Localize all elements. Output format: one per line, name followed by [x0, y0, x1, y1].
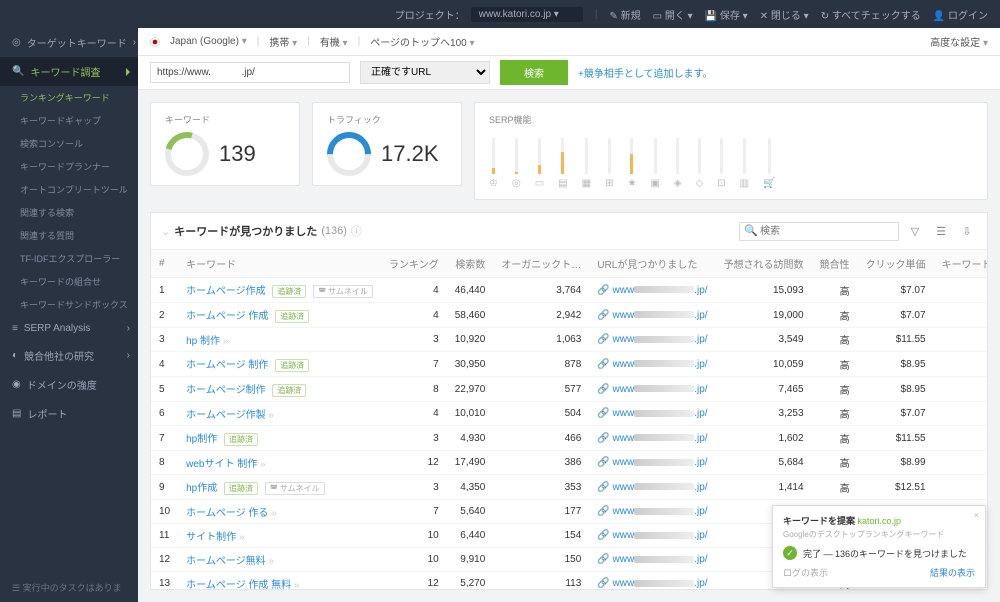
serp-feature-bar[interactable]: 🛒 [763, 138, 775, 189]
flag-icon [150, 37, 160, 47]
login-button[interactable]: 👤 ログイン [933, 7, 988, 22]
sidebar-sub-item[interactable]: 関連する質問 [0, 224, 138, 247]
sidebar-tasks: ☰ 実行中のタスクはありま [0, 573, 138, 602]
traffic-donut [327, 132, 371, 176]
table-header[interactable]: # [151, 250, 178, 278]
table-header[interactable]: 予想される訪問数 [716, 250, 812, 278]
sidebar-keyword-research[interactable]: 🔍 キーワード調査 [0, 57, 138, 86]
table-row[interactable]: 6ホームページ作製 » 410,010504🔗 www.jp/3,253高$7.… [151, 402, 987, 426]
serp-feature-bar[interactable]: ▣ [650, 138, 659, 189]
table-header[interactable]: 競合性 [812, 250, 858, 278]
table-row[interactable]: 3hp 制作 » 310,9201,063🔗 www.jp/3,549高$11.… [151, 328, 987, 352]
table-header[interactable]: URLが見つかりました [589, 250, 715, 278]
table-header[interactable]: オーガニックト… [493, 250, 589, 278]
control-bar: Japan (Google)| 携帯| 有機| ページのトップへ100 高度な設… [138, 28, 1000, 56]
keyword-donut [165, 132, 209, 176]
sidebar-sub-item[interactable]: 検索コンソール [0, 132, 138, 155]
sidebar-sub-item[interactable]: ランキングキーワード [0, 86, 138, 109]
serp-feature-bar[interactable]: ◈ [674, 138, 682, 189]
open-button[interactable]: ▭ 開く ▾ [653, 7, 693, 22]
table-row[interactable]: 4ホームページ 制作 追跡済 730,950878🔗 www.jp/10,059… [151, 352, 987, 377]
serp-feature-bar[interactable]: ▭ [535, 138, 544, 189]
add-competitor-link[interactable]: +競争相手として追加します。 [578, 65, 713, 80]
serp-feature-bar[interactable]: ▦ [582, 138, 591, 189]
keyword-card: キーワード 139 [150, 102, 300, 186]
keyword-count: 139 [219, 141, 256, 167]
columns-icon[interactable]: ☰ [931, 221, 951, 241]
search-icon: 🔍 [744, 224, 758, 237]
search-button[interactable]: 検索 [500, 60, 568, 85]
table-row[interactable]: 2ホームページ 作成 追跡済 458,4602,942🔗 www.jp/19,0… [151, 303, 987, 328]
project-label: プロジェクト： [395, 7, 465, 22]
serp-feature-bar[interactable]: ⊞ [605, 138, 613, 189]
serp-feature-bar[interactable]: ★ [627, 138, 636, 189]
sidebar-domain-strength[interactable]: ◉ ドメインの強度 [0, 370, 138, 399]
sidebar-report[interactable]: ▤ レポート [0, 399, 138, 428]
new-button[interactable]: ✎ 新規 [609, 7, 640, 22]
serp-feature-bar[interactable]: ⊡ [717, 138, 725, 189]
table-header[interactable]: クリック単価 [858, 250, 934, 278]
serp-features-card: SERP機能 ♔◎▭▤▦⊞★▣◈◇⊡▥🛒 [474, 102, 988, 200]
table-row[interactable]: 5ホームページ制作 追跡済 822,970577🔗 www.jp/7,465高$… [151, 377, 987, 402]
table-header[interactable]: キーワード [178, 250, 381, 278]
project-dropdown[interactable]: www.katori.co.jp ▾ [471, 7, 583, 22]
top-dropdown[interactable]: ページのトップへ100 [370, 34, 474, 49]
sidebar: ◎ ターゲットキーワード› 🔍 キーワード調査 ランキングキーワードキーワードギ… [0, 28, 138, 602]
url-mode-select[interactable]: 正確ですURL [360, 61, 490, 84]
close-button[interactable]: ✕ 閉じる ▾ [760, 7, 809, 22]
sidebar-sub-item[interactable]: 関連する検索 [0, 201, 138, 224]
serp-feature-bar[interactable]: ◎ [512, 138, 521, 189]
toast-results-link[interactable]: 結果の表示 [930, 566, 975, 579]
traffic-count: 17.2K [381, 141, 439, 167]
table-header[interactable]: 検索数 [447, 250, 494, 278]
save-button[interactable]: 💾 保存 ▾ [705, 7, 748, 22]
table-row[interactable]: 7hp制作 追跡済 34,930466🔗 www.jp/1,602高$11.55… [151, 426, 987, 451]
sidebar-competitor[interactable]: ◐ 競合他社の研究› [0, 341, 138, 370]
filter-icon[interactable]: ▽ [905, 221, 925, 241]
table-row[interactable]: 9hp作成 追跡済 ◚ サムネイル34,350353🔗 www.jp/1,414… [151, 475, 987, 500]
advanced-settings[interactable]: 高度な設定 [930, 34, 988, 49]
device-dropdown[interactable]: 携帯 [269, 34, 297, 49]
serp-feature-bar[interactable]: ▥ [740, 138, 749, 189]
region-dropdown[interactable]: Japan (Google) [170, 36, 247, 47]
sidebar-sub-item[interactable]: TF-IDFエクスプローラー [0, 247, 138, 270]
sidebar-sub-item[interactable]: オートコンプリートツール [0, 178, 138, 201]
export-icon[interactable]: ⇩ [957, 221, 977, 241]
table-header[interactable]: キーワードの難易度 [934, 250, 987, 278]
table-row[interactable]: 8webサイト 制作 » 1217,490386🔗 www.jp/5,684高$… [151, 451, 987, 475]
notification-toast: × キーワードを提案 katori.co.jp Googleのデスクトップランキ… [772, 505, 986, 588]
table-row[interactable]: 1ホームページ作成 追跡済 ◚ サムネイル446,4403,764🔗 www.j… [151, 278, 987, 303]
url-input[interactable] [150, 62, 350, 83]
recheck-button[interactable]: ↻ すべてチェックする [821, 7, 921, 22]
table-search-input[interactable] [739, 222, 899, 241]
sidebar-sub-item[interactable]: キーワードプランナー [0, 155, 138, 178]
serp-feature-bar[interactable]: ▤ [558, 138, 567, 189]
traffic-card: トラフィック 17.2K [312, 102, 462, 186]
table-header[interactable]: ランキング [381, 250, 447, 278]
organic-dropdown[interactable]: 有機 [320, 34, 348, 49]
top-bar: プロジェクト： www.katori.co.jp ▾ | ✎ 新規 ▭ 開く ▾… [0, 0, 1000, 28]
url-bar: 正確ですURL 検索 +競争相手として追加します。 [138, 56, 1000, 90]
serp-feature-bar[interactable]: ◇ [696, 138, 704, 189]
sidebar-sub-item[interactable]: キーワードギャップ [0, 109, 138, 132]
table-title: ⌄ キーワードが見つかりました (136) ⓘ [161, 223, 362, 239]
sidebar-sub-item[interactable]: キーワードサンドボックス [0, 293, 138, 316]
sidebar-target-keywords[interactable]: ◎ ターゲットキーワード› [0, 28, 138, 57]
serp-feature-bar[interactable]: ♔ [489, 138, 498, 189]
check-icon: ✓ [783, 546, 797, 560]
sidebar-sub-item[interactable]: キーワードの組合せ [0, 270, 138, 293]
sidebar-serp-analysis[interactable]: ≡ SERP Analysis› [0, 316, 138, 341]
toast-close-icon[interactable]: × [974, 510, 979, 520]
